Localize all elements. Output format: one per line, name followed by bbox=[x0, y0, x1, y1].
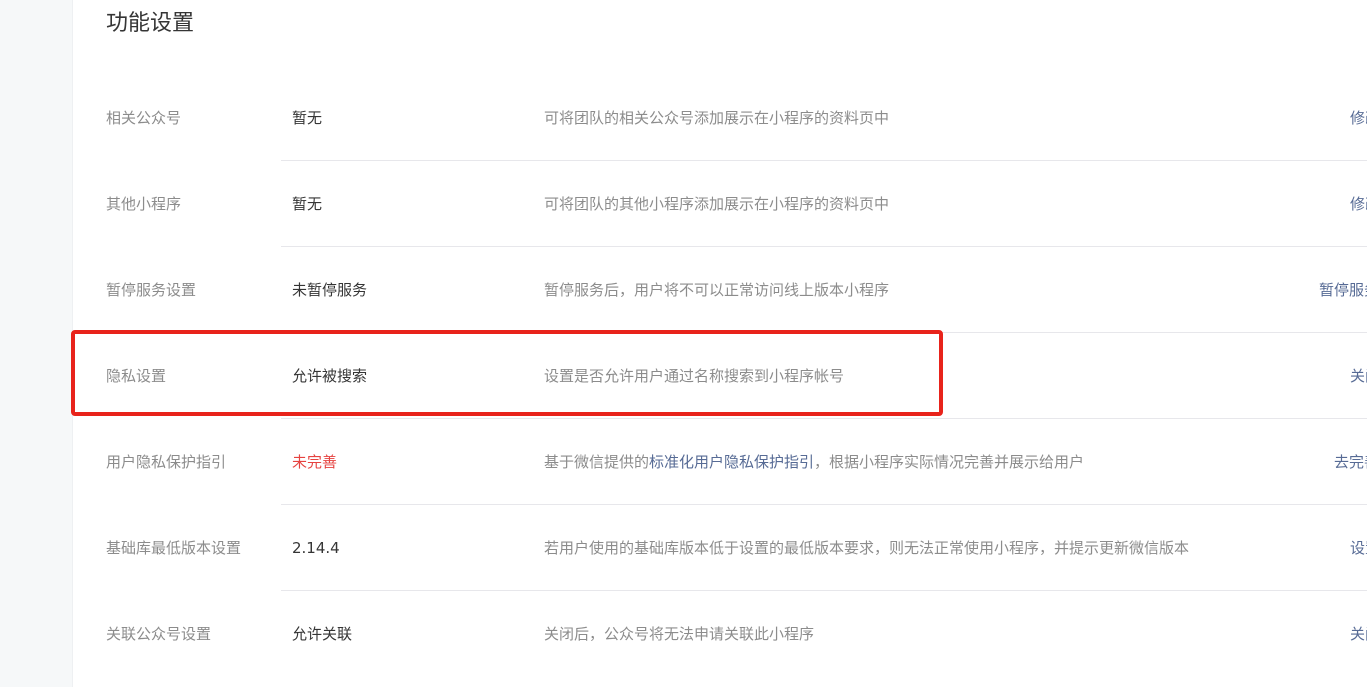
row-description: 设置是否允许用户通过名称搜索到小程序帐号 bbox=[544, 367, 845, 385]
settings-row-related-official-account: 相关公众号 暂无 可将团队的相关公众号添加展示在小程序的资料页中 修改 bbox=[73, 75, 1367, 161]
row-value: 暂无 bbox=[292, 109, 323, 127]
settings-row-user-privacy-guide: 用户隐私保护指引 未完善 基于微信提供的标准化用户隐私保护指引，根据小程序实际情… bbox=[73, 419, 1367, 505]
row-value: 允许被搜索 bbox=[292, 367, 368, 385]
row-description: 若用户使用的基础库版本低于设置的最低版本要求，则无法正常使用小程序，并提示更新微… bbox=[544, 539, 1190, 557]
modify-other-programs-link[interactable]: 修改 bbox=[1350, 161, 1367, 247]
row-label: 暂停服务设置 bbox=[106, 281, 197, 299]
row-value: 未暂停服务 bbox=[292, 281, 368, 299]
close-search-link[interactable]: 关闭 bbox=[1350, 333, 1367, 419]
function-settings-panel: 功能设置 相关公众号 暂无 可将团队的相关公众号添加展示在小程序的资料页中 修改… bbox=[72, 0, 1367, 687]
desc-prefix: 基于微信提供的 bbox=[544, 453, 650, 471]
row-label: 相关公众号 bbox=[106, 109, 182, 127]
privacy-guide-standard-link[interactable]: 标准化用户隐私保护指引 bbox=[649, 453, 814, 471]
settings-row-min-lib-version: 基础库最低版本设置 2.14.4 若用户使用的基础库版本低于设置的最低版本要求，… bbox=[73, 505, 1367, 591]
row-description: 关闭后，公众号将无法申请关联此小程序 bbox=[544, 625, 815, 643]
complete-privacy-guide-link[interactable]: 去完善 bbox=[1334, 419, 1367, 505]
row-description: 基于微信提供的标准化用户隐私保护指引，根据小程序实际情况完善并展示给用户 bbox=[544, 419, 1084, 505]
row-value: 暂无 bbox=[292, 195, 323, 213]
settings-row-linked-official-account: 关联公众号设置 允许关联 关闭后，公众号将无法申请关联此小程序 关闭 bbox=[73, 591, 1367, 677]
row-value: 允许关联 bbox=[292, 625, 353, 643]
row-label: 用户隐私保护指引 bbox=[106, 453, 227, 471]
close-linking-link[interactable]: 关闭 bbox=[1350, 591, 1367, 677]
modify-related-account-link[interactable]: 修改 bbox=[1350, 75, 1367, 161]
settings-row-other-mini-programs: 其他小程序 暂无 可将团队的其他小程序添加展示在小程序的资料页中 修改 bbox=[73, 161, 1367, 247]
row-label: 关联公众号设置 bbox=[106, 625, 212, 643]
row-label: 基础库最低版本设置 bbox=[106, 539, 242, 557]
row-description: 可将团队的其他小程序添加展示在小程序的资料页中 bbox=[544, 195, 890, 213]
settings-row-privacy: 隐私设置 允许被搜索 设置是否允许用户通过名称搜索到小程序帐号 关闭 bbox=[73, 333, 1367, 419]
set-min-version-link[interactable]: 设置 bbox=[1350, 505, 1367, 591]
row-value-warning: 未完善 bbox=[292, 453, 338, 471]
row-value: 2.14.4 bbox=[292, 539, 340, 557]
pause-service-link[interactable]: 暂停服务 bbox=[1319, 247, 1367, 333]
section-title: 功能设置 bbox=[106, 11, 195, 36]
row-description: 暂停服务后，用户将不可以正常访问线上版本小程序 bbox=[544, 281, 890, 299]
row-label: 隐私设置 bbox=[106, 367, 167, 385]
row-label: 其他小程序 bbox=[106, 195, 182, 213]
desc-suffix: ，根据小程序实际情况完善并展示给用户 bbox=[814, 453, 1085, 471]
left-sidebar-background bbox=[0, 0, 72, 687]
settings-row-pause-service: 暂停服务设置 未暂停服务 暂停服务后，用户将不可以正常访问线上版本小程序 暂停服… bbox=[73, 247, 1367, 333]
row-description: 可将团队的相关公众号添加展示在小程序的资料页中 bbox=[544, 109, 890, 127]
